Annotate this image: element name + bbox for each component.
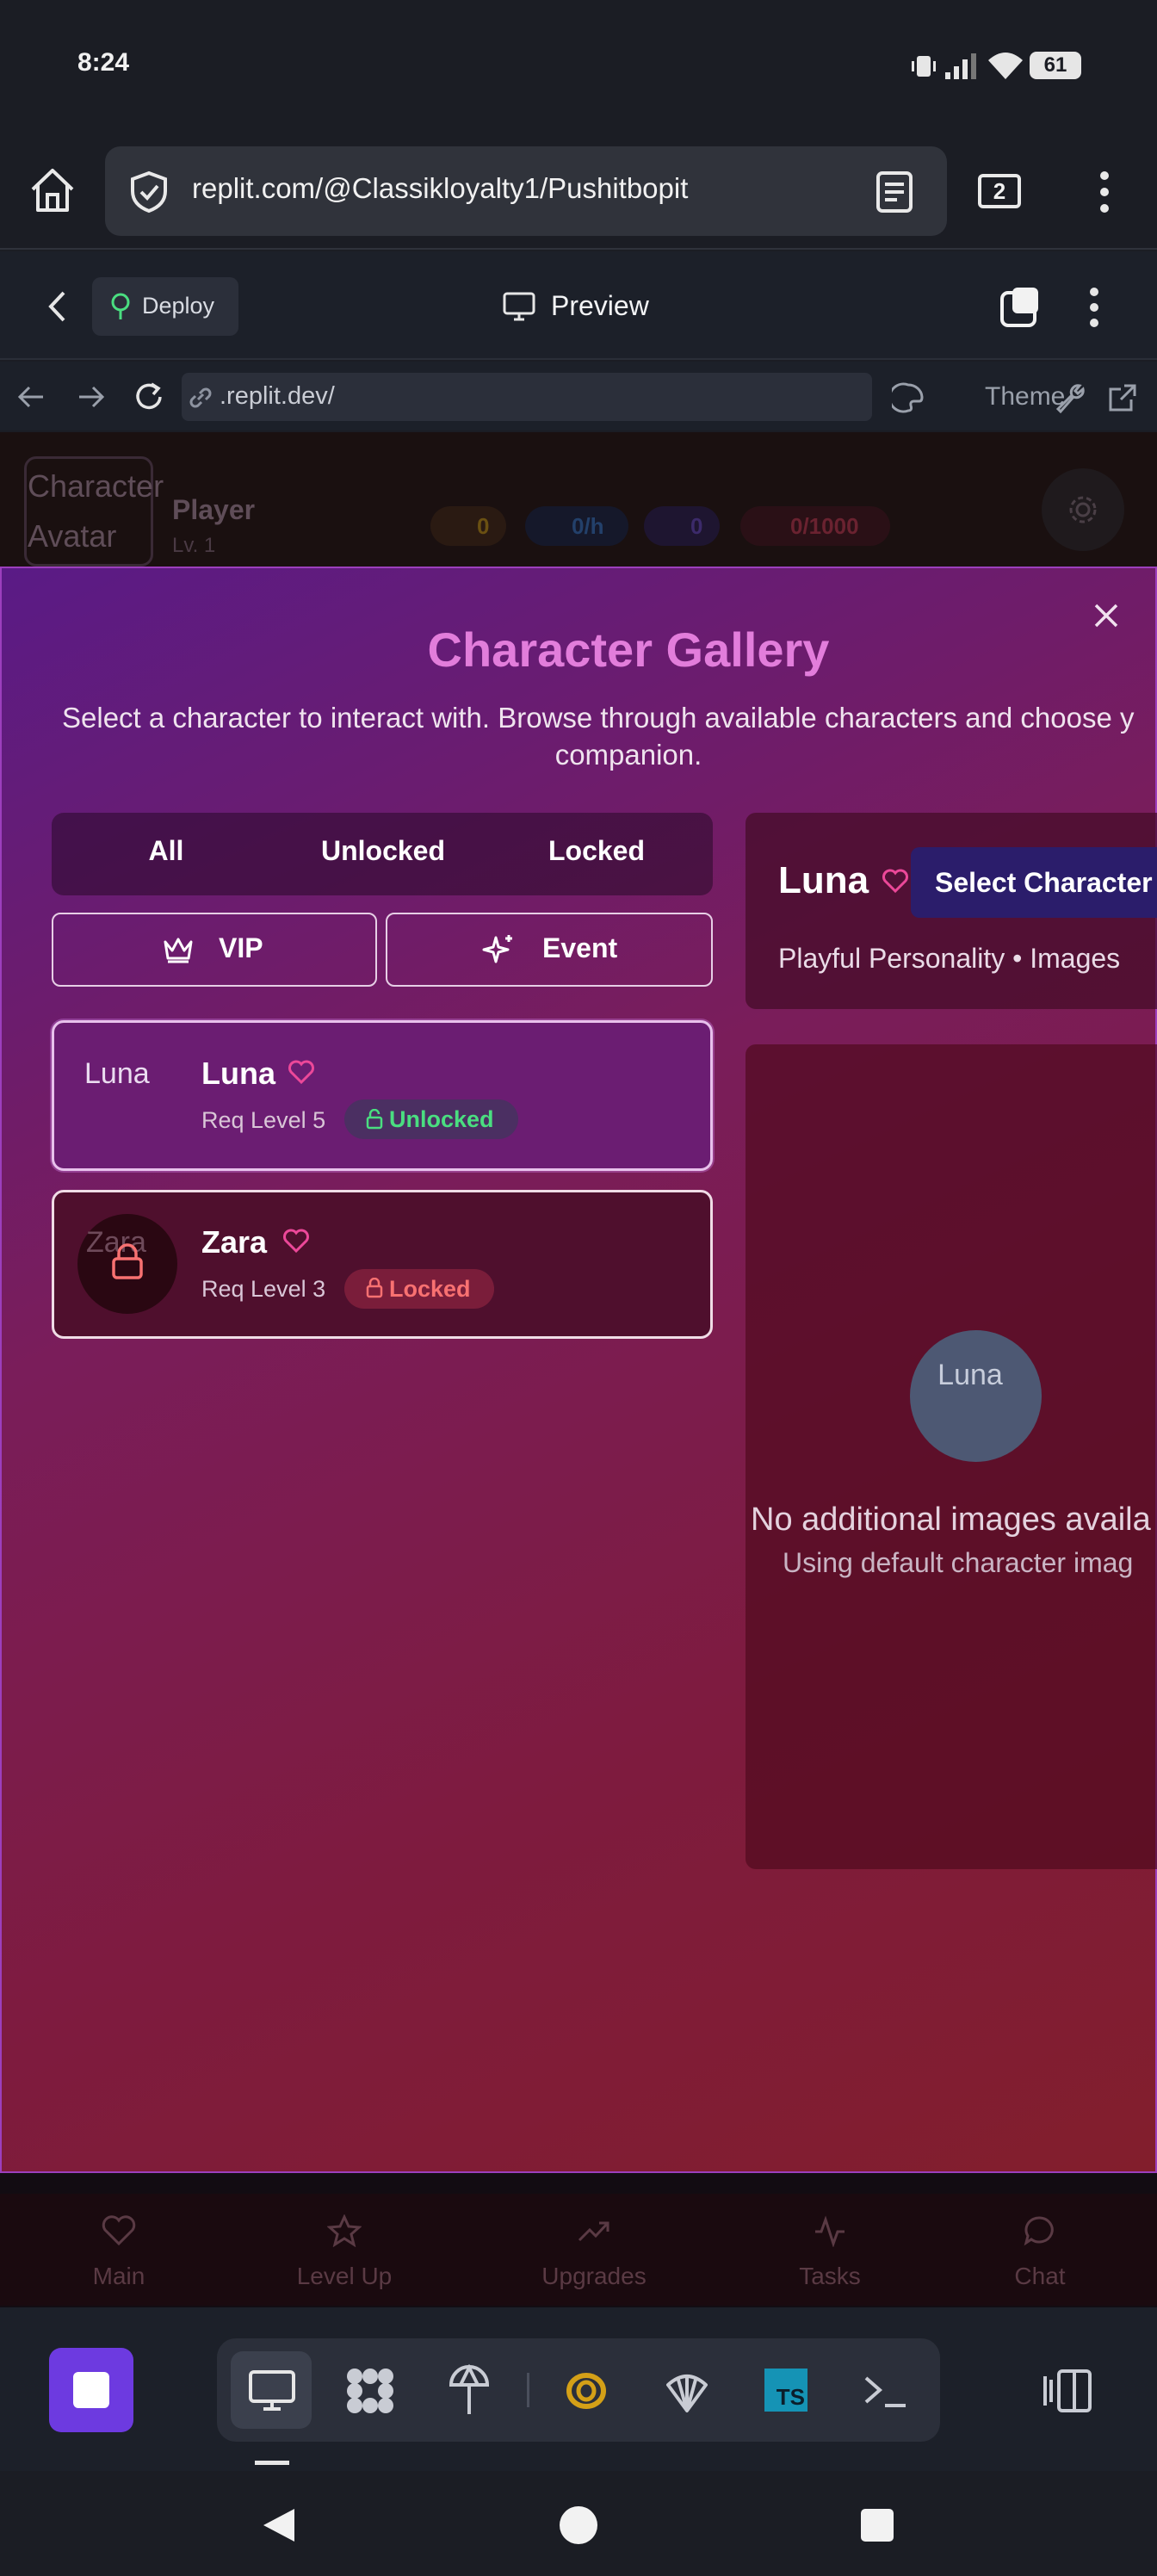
system-back-icon[interactable] bbox=[258, 2505, 300, 2545]
sparkles-icon bbox=[482, 935, 512, 963]
stat-coins bbox=[430, 506, 506, 546]
no-images-message: No additional images availa bbox=[751, 1502, 1151, 1538]
modal-description-continued: companion. bbox=[554, 739, 702, 771]
deployments-icon[interactable] bbox=[448, 2364, 491, 2418]
player-level: Lv. 1 bbox=[172, 534, 216, 557]
open-external-icon[interactable] bbox=[1107, 382, 1138, 413]
palette-icon[interactable] bbox=[892, 382, 925, 413]
vip-filter-button[interactable] bbox=[52, 913, 377, 987]
character-name-luna: Luna bbox=[201, 1056, 275, 1091]
detail-character-name: Luna bbox=[778, 859, 869, 901]
terminal-icon[interactable] bbox=[863, 2371, 909, 2411]
crown-icon bbox=[164, 938, 193, 963]
heart-icon[interactable] bbox=[288, 1059, 315, 1085]
trending-up-icon bbox=[578, 2221, 609, 2242]
stat-hearts-value: 0/1000 bbox=[790, 513, 859, 539]
side-panel-icon[interactable] bbox=[1042, 2368, 1093, 2414]
status-time: 8:24 bbox=[77, 48, 130, 77]
tab-unlocked[interactable]: Unlocked bbox=[269, 835, 498, 867]
battery-indicator: 61 bbox=[1030, 52, 1081, 79]
heart-icon[interactable] bbox=[882, 868, 909, 894]
home-icon[interactable] bbox=[28, 165, 77, 215]
browser-menu-icon[interactable] bbox=[1092, 169, 1117, 215]
tab-switcher-button[interactable]: 2 bbox=[978, 174, 1021, 208]
default-image-note: Using default character imag bbox=[783, 1547, 1134, 1578]
shield-check-icon[interactable] bbox=[127, 170, 170, 214]
reload-icon[interactable] bbox=[133, 381, 165, 413]
preview-title[interactable]: Preview bbox=[551, 290, 649, 322]
monitor-icon bbox=[249, 2370, 295, 2411]
deploy-icon bbox=[111, 293, 130, 319]
heart-icon bbox=[102, 2215, 136, 2246]
nav-back-icon[interactable] bbox=[17, 383, 46, 411]
stat-gems bbox=[644, 506, 720, 546]
tab-all[interactable]: All bbox=[52, 835, 281, 867]
unlock-icon bbox=[366, 1109, 383, 1130]
browser-url-text[interactable]: replit.com/@Classikloyalty1/Pushitbopit bbox=[192, 172, 688, 205]
vibrate-icon bbox=[912, 56, 936, 77]
character-req-luna: Req Level 5 bbox=[201, 1107, 326, 1133]
event-filter-label[interactable]: Event bbox=[542, 932, 617, 964]
preview-url-text[interactable]: .replit.dev/ bbox=[220, 382, 335, 411]
dock-divider bbox=[527, 2373, 529, 2407]
nav-forward-icon[interactable] bbox=[76, 383, 105, 411]
dock-active-indicator bbox=[255, 2461, 289, 2465]
link-icon bbox=[189, 387, 212, 408]
character-avatar-luna: Luna bbox=[84, 1057, 150, 1090]
reader-mode-icon[interactable] bbox=[875, 170, 914, 214]
star-icon bbox=[327, 2214, 362, 2247]
nav-tasks[interactable]: Tasks bbox=[778, 2263, 882, 2290]
stat-coins-value: 0 bbox=[477, 513, 490, 539]
modal-title: Character Gallery bbox=[427, 622, 830, 677]
tab-locked[interactable]: Locked bbox=[482, 835, 711, 867]
signal-icon bbox=[945, 53, 976, 79]
lock-icon bbox=[366, 1278, 383, 1298]
wifi-icon bbox=[988, 53, 1023, 79]
heart-icon[interactable] bbox=[282, 1228, 310, 1254]
vip-filter-label[interactable]: VIP bbox=[219, 932, 263, 964]
window-switch-icon[interactable] bbox=[999, 284, 1043, 329]
system-recents-icon[interactable] bbox=[861, 2509, 894, 2542]
nav-level-up[interactable]: Level Up bbox=[275, 2263, 413, 2290]
deploy-label[interactable]: Deploy bbox=[142, 293, 214, 319]
avatar-placeholder-2: Avatar bbox=[28, 518, 117, 554]
system-home-icon[interactable] bbox=[560, 2506, 597, 2544]
shell-icon[interactable] bbox=[663, 2368, 711, 2414]
stat-energy-value: 0/h bbox=[572, 513, 604, 539]
character-card-luna[interactable] bbox=[52, 1020, 713, 1171]
replit-agent-icon[interactable] bbox=[563, 2369, 609, 2412]
nav-chat[interactable]: Chat bbox=[988, 2263, 1092, 2290]
stop-icon bbox=[73, 2372, 109, 2408]
status-bar bbox=[0, 0, 1157, 138]
avatar-placeholder-1: Character bbox=[28, 468, 164, 504]
detail-avatar bbox=[910, 1330, 1042, 1462]
character-name-zara: Zara bbox=[201, 1224, 268, 1260]
monitor-icon bbox=[503, 292, 535, 321]
gear-icon bbox=[1069, 496, 1097, 523]
modal-description: Select a character to interact with. Bro… bbox=[62, 702, 1135, 734]
lock-icon bbox=[112, 1243, 143, 1279]
typescript-file-icon[interactable]: TS bbox=[764, 2369, 807, 2412]
select-character-label[interactable]: Select Character bbox=[935, 867, 1153, 899]
more-options-icon[interactable] bbox=[1081, 286, 1107, 329]
player-name: Player bbox=[172, 494, 256, 525]
grid-apps-icon[interactable] bbox=[343, 2366, 398, 2416]
nav-upgrades[interactable]: Upgrades bbox=[525, 2263, 663, 2290]
wrench-icon[interactable] bbox=[1054, 382, 1086, 413]
nav-main[interactable]: Main bbox=[67, 2263, 170, 2290]
detail-avatar-text: Luna bbox=[937, 1359, 1003, 1391]
detail-subtitle: Playful Personality • Images bbox=[778, 943, 1121, 974]
character-req-zara: Req Level 3 bbox=[201, 1276, 326, 1302]
stat-gems-value: 0 bbox=[690, 513, 703, 539]
chat-bubble-icon bbox=[1024, 2216, 1054, 2246]
back-chevron-icon[interactable] bbox=[45, 289, 71, 324]
activity-icon bbox=[815, 2215, 845, 2247]
